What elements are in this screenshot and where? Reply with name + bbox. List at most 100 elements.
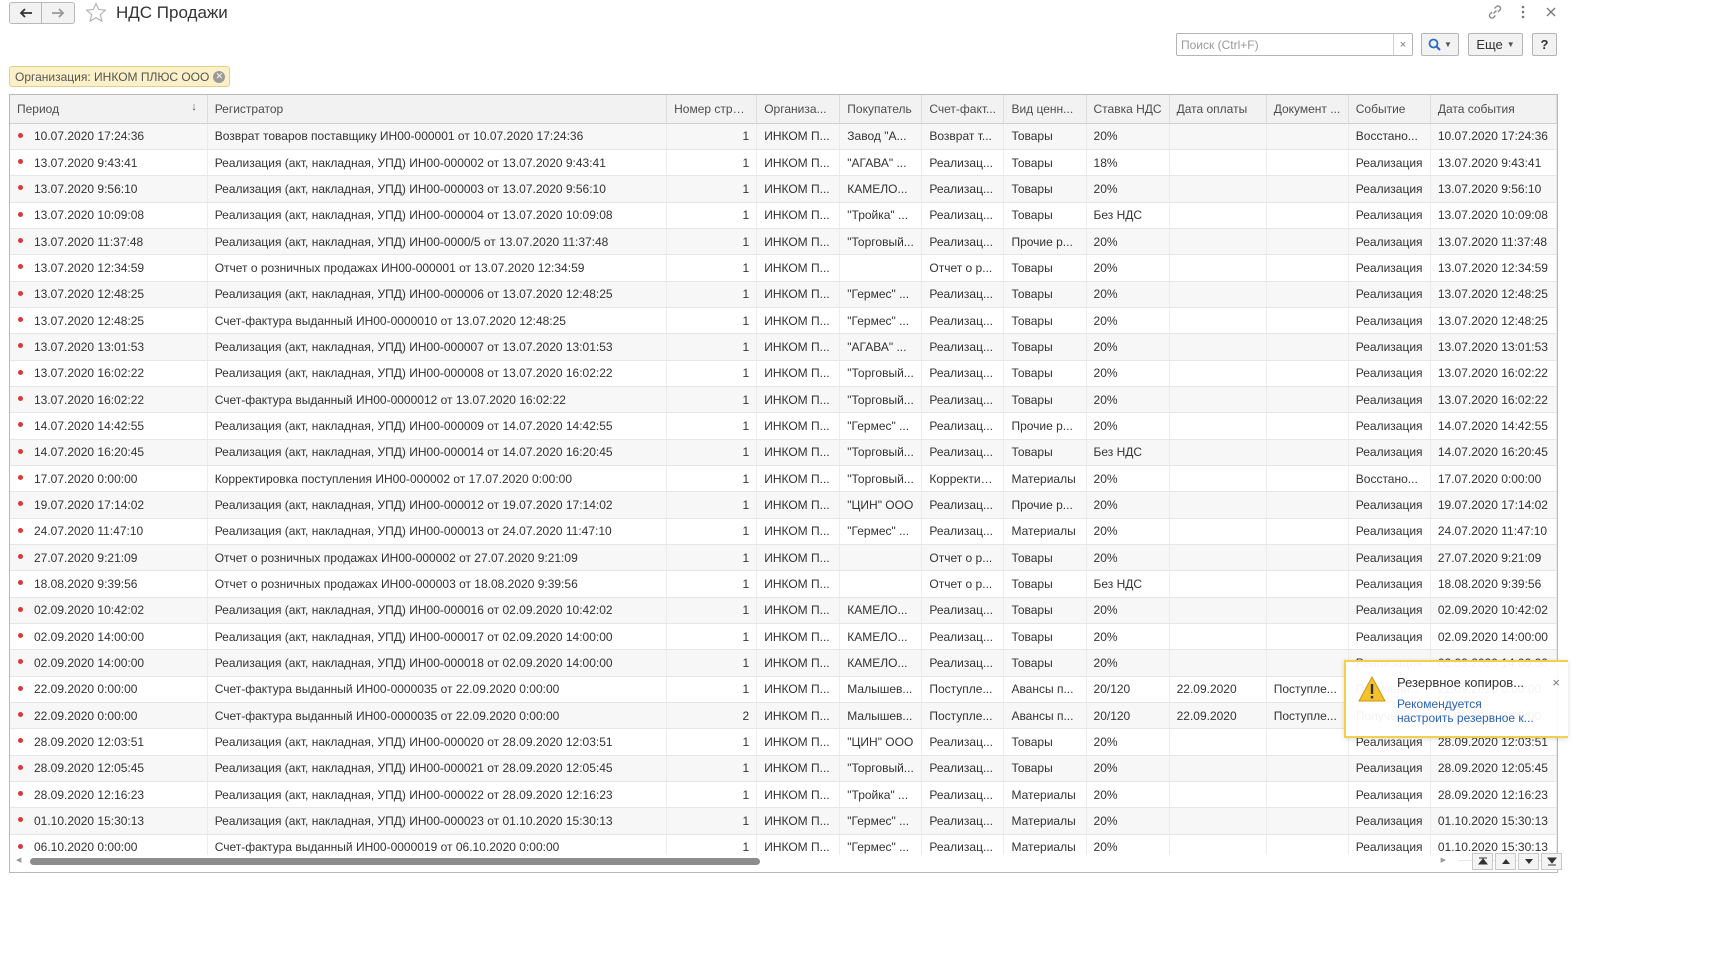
- cell-event-date: 24.07.2020 11:47:10: [1430, 518, 1557, 546]
- column-header-organization[interactable]: Организа...: [756, 95, 841, 124]
- search-input[interactable]: [1177, 34, 1387, 55]
- cell-period: 13.07.2020 9:56:10: [10, 175, 208, 203]
- link-icon[interactable]: [1486, 3, 1504, 21]
- cell-text: 13.07.2020 16:02:22: [34, 392, 145, 407]
- table-row[interactable]: 02.09.2020 10:42:02 Реализация (акт, накл…: [10, 597, 1557, 625]
- cell-period: 28.09.2020 12:03:51: [10, 728, 208, 756]
- table-row[interactable]: 13.07.2020 12:34:59 Отчет о розничных про…: [10, 254, 1557, 282]
- table-row[interactable]: 28.09.2020 12:03:51 Реализация (акт, накл…: [10, 728, 1557, 756]
- page-up-button[interactable]: [1495, 853, 1516, 870]
- help-button[interactable]: ?: [1532, 33, 1557, 56]
- table-row[interactable]: 13.07.2020 12:48:25 Реализация (акт, накл…: [10, 281, 1557, 308]
- cell-payment-date: 22.09.2020: [1169, 676, 1267, 704]
- clear-filter-icon[interactable]: ✕: [213, 70, 226, 83]
- column-header-line-number[interactable]: Номер строки: [666, 95, 758, 124]
- go-first-button[interactable]: [1472, 853, 1493, 870]
- forward-button[interactable]: [42, 2, 75, 24]
- table-row[interactable]: 18.08.2020 9:39:56 Отчет о розничных прод…: [10, 570, 1557, 598]
- cell-buyer: "Торговый...: [839, 755, 923, 783]
- cell-invoice: Реализац...: [921, 755, 1005, 783]
- scroll-left-icon[interactable]: ◀: [16, 856, 21, 864]
- column-header-vat-rate[interactable]: Ставка НДС: [1086, 95, 1170, 124]
- table-row[interactable]: 22.09.2020 0:00:00 Счет-фактура выданный …: [10, 702, 1557, 730]
- sort-descending-icon: ↓: [191, 101, 197, 113]
- table-row[interactable]: 24.07.2020 11:47:10 Реализация (акт, накл…: [10, 518, 1557, 546]
- column-header-document[interactable]: Документ ...: [1266, 95, 1349, 124]
- cell-value-type: Товары: [1003, 544, 1087, 572]
- table-header-row: Период ↓ Регистратор Номер строки Организа..…: [10, 95, 1557, 124]
- table-row[interactable]: 13.07.2020 16:02:22 Счет-фактура выданный…: [10, 386, 1557, 414]
- more-vertical-icon[interactable]: [1514, 3, 1532, 21]
- search-button[interactable]: ▼: [1421, 33, 1459, 56]
- column-header-payment-date[interactable]: Дата оплаты: [1169, 95, 1267, 124]
- table-row[interactable]: 28.09.2020 12:05:45 Реализация (акт, накл…: [10, 755, 1557, 783]
- cell-buyer: "Гермес" ...: [839, 281, 923, 308]
- column-header-label: Событие: [1355, 101, 1406, 116]
- cell-registrar: Возврат товаров поставщику ИН00-000001 о…: [207, 123, 668, 150]
- table-row[interactable]: 13.07.2020 16:02:22 Реализация (акт, накл…: [10, 360, 1557, 387]
- column-header-event-date[interactable]: Дата события: [1430, 95, 1557, 124]
- record-status-icon: [18, 606, 23, 612]
- table-row[interactable]: 19.07.2020 17:14:02 Реализация (акт, накл…: [10, 491, 1557, 519]
- column-header-invoice[interactable]: Счет-факт...: [921, 95, 1005, 124]
- favorite-star-icon[interactable]: [84, 1, 108, 25]
- column-header-value-type[interactable]: Вид ценн...: [1003, 95, 1087, 124]
- notification-link[interactable]: Рекомендуется: [1397, 697, 1482, 711]
- table-row[interactable]: 14.07.2020 16:20:45 Реализация (акт, накл…: [10, 439, 1557, 466]
- notification-link[interactable]: настроить резервное к...: [1397, 711, 1534, 725]
- column-header-label: Номер строки: [674, 101, 752, 116]
- page-down-button[interactable]: [1518, 853, 1539, 870]
- go-last-button[interactable]: [1541, 853, 1562, 870]
- cell-text: 10.07.2020 17:24:36: [34, 129, 145, 144]
- table-row[interactable]: 13.07.2020 9:56:10 Реализация (акт, накла…: [10, 175, 1557, 203]
- cell-period: 13.07.2020 16:02:22: [10, 360, 208, 387]
- table-row[interactable]: 13.07.2020 11:37:48 Реализация (акт, накл…: [10, 228, 1557, 256]
- back-button[interactable]: [9, 2, 42, 24]
- more-button[interactable]: Еще ▼: [1468, 33, 1523, 56]
- close-window-icon[interactable]: [1542, 3, 1560, 21]
- table-row[interactable]: 28.09.2020 12:16:23 Реализация (акт, накл…: [10, 781, 1557, 809]
- cell-registrar: Реализация (акт, накладная, УПД) ИН00-00…: [207, 518, 668, 546]
- scrollbar-thumb[interactable]: [30, 858, 760, 865]
- cell-text: 13.07.2020 12:34:59: [34, 260, 145, 275]
- cell-invoice: Корректир...: [921, 465, 1005, 493]
- column-header-event[interactable]: Событие: [1348, 95, 1431, 124]
- cell-line-number: 1: [666, 491, 758, 519]
- search-clear-button[interactable]: ×: [1393, 34, 1412, 55]
- table-row[interactable]: 02.09.2020 14:00:00 Реализация (акт, накл…: [10, 649, 1557, 677]
- table-row[interactable]: 01.10.2020 15:30:13 Реализация (акт, накл…: [10, 807, 1557, 835]
- cell-payment-date: [1169, 570, 1267, 598]
- cell-organization: ИНКОМ П...: [756, 307, 841, 335]
- cell-value-type: Товары: [1003, 202, 1087, 229]
- column-header-registrar[interactable]: Регистратор: [207, 95, 668, 124]
- column-header-buyer[interactable]: Покупатель: [839, 95, 923, 124]
- cell-text: 13.07.2020 12:48:25: [34, 313, 145, 328]
- cell-organization: ИНКОМ П...: [756, 439, 841, 466]
- table-row[interactable]: 10.07.2020 17:24:36 Возврат товаров поста…: [10, 123, 1557, 150]
- organization-filter-chip[interactable]: Организация: ИНКОМ ПЛЮС ООО ✕: [9, 66, 231, 87]
- cell-registrar: Реализация (акт, накладная, УПД) ИН00-00…: [207, 807, 668, 835]
- column-header-label: Дата события: [1437, 101, 1515, 116]
- table-row[interactable]: 13.07.2020 9:43:41 Реализация (акт, накла…: [10, 149, 1557, 177]
- cell-payment-date: [1169, 781, 1267, 809]
- table-row[interactable]: 22.09.2020 0:00:00 Счет-фактура выданный …: [10, 676, 1557, 704]
- table-row[interactable]: 13.07.2020 12:48:25 Счет-фактура выданный…: [10, 307, 1557, 335]
- table-row[interactable]: 27.07.2020 9:21:09 Отчет о розничных прод…: [10, 544, 1557, 572]
- table-row[interactable]: 02.09.2020 14:00:00 Реализация (акт, накл…: [10, 623, 1557, 651]
- list-navigation-buttons: [1470, 853, 1562, 870]
- table-row[interactable]: 14.07.2020 14:42:55 Реализация (акт, накл…: [10, 412, 1557, 440]
- scroll-right-icon[interactable]: ▶: [1441, 856, 1446, 864]
- column-header-period[interactable]: Период ↓: [10, 95, 208, 124]
- cell-event: Реализация: [1348, 439, 1431, 466]
- table-row[interactable]: 13.07.2020 13:01:53 Реализация (акт, накл…: [10, 333, 1557, 361]
- cell-text: 13.07.2020 11:37:48: [34, 234, 144, 249]
- column-header-label: Период: [17, 101, 60, 116]
- horizontal-scrollbar[interactable]: ◀ ▶: [10, 855, 1458, 869]
- notification-close-button[interactable]: ×: [1552, 675, 1560, 690]
- cell-payment-date: [1169, 412, 1267, 440]
- table-row[interactable]: 17.07.2020 0:00:00 Корректировка поступле…: [10, 465, 1557, 493]
- cell-registrar: Реализация (акт, накладная, УПД) ИН00-00…: [207, 597, 668, 625]
- backup-notification[interactable]: Резервное копиров... Рекомендуется настр…: [1344, 660, 1568, 738]
- table-row[interactable]: 13.07.2020 10:09:08 Реализация (акт, накл…: [10, 202, 1557, 229]
- cell-invoice: Реализац...: [921, 807, 1005, 835]
